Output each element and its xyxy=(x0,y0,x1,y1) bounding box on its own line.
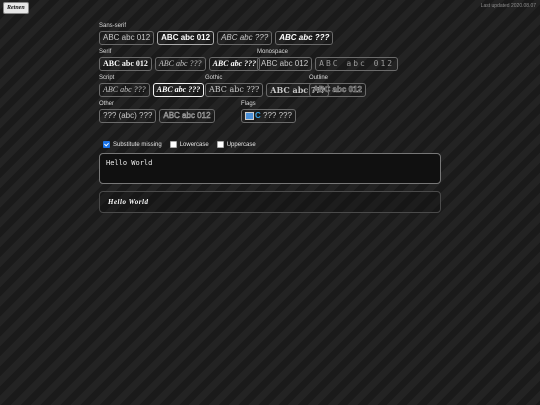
lowercase-checkbox[interactable]: Lowercase xyxy=(169,141,209,148)
other-group: Other ??? (abc) ??? ABC abc 012 xyxy=(99,100,241,123)
checkbox-unchecked-icon[interactable] xyxy=(216,141,224,148)
flags-option-text: ??? ??? xyxy=(263,111,292,120)
other-label: Other xyxy=(99,101,115,107)
top-action-button[interactable]: Retnen xyxy=(3,2,29,14)
script-label: Script xyxy=(99,75,115,81)
serif-label: Serif xyxy=(99,49,112,55)
serif-italic-option[interactable]: ABC abc ??? xyxy=(154,57,206,71)
flags-group: Flags C ??? ??? xyxy=(241,100,296,123)
mono-regular-option[interactable]: ABC abc 012 xyxy=(257,57,313,71)
other-parenthesized-option[interactable]: ??? (abc) ??? xyxy=(99,109,157,123)
sans-serif-label: Sans-serif xyxy=(99,23,127,29)
outline-group: Outline ABC abc 012 xyxy=(309,74,366,97)
sans-italic-option[interactable]: ABC abc ??? xyxy=(217,31,273,45)
script-group: Script ABC abc ??? ABC abc ??? xyxy=(99,74,205,97)
sans-bold-option[interactable]: ABC abc 012 xyxy=(157,31,215,45)
uppercase-checkbox[interactable]: Uppercase xyxy=(216,141,256,148)
checkbox-unchecked-icon[interactable] xyxy=(169,141,177,148)
monospace-label: Monospace xyxy=(257,49,289,55)
other-double-struck-option[interactable]: ABC abc 012 xyxy=(159,109,215,123)
sans-serif-group: Sans-serif ABC abc 012 ABC abc 012 ABC a… xyxy=(99,22,441,45)
sans-bold-italic-option[interactable]: ABC abc ??? xyxy=(275,31,334,45)
flags-option[interactable]: C ??? ??? xyxy=(241,109,296,123)
sans-regular-option[interactable]: ABC abc 012 xyxy=(99,31,155,45)
substitute-missing-label: Substitute missing xyxy=(113,141,162,148)
outline-label: Outline xyxy=(309,75,329,81)
gothic-option[interactable]: ABC abc ??? xyxy=(205,83,264,97)
flag-icon xyxy=(245,111,254,120)
text-input-area[interactable]: Hello World xyxy=(99,153,441,184)
uppercase-label: Uppercase xyxy=(226,141,256,148)
serif-bold-italic-option[interactable]: ABC abc ??? xyxy=(208,57,261,71)
monospace-group: Monospace ABC abc 012 ABC abc 012 xyxy=(257,48,399,71)
gothic-group: Gothic ABC abc ??? ABC abc ??? xyxy=(205,74,330,97)
converted-output: Hello World xyxy=(99,191,441,213)
substitute-missing-checkbox[interactable]: Substitute missing xyxy=(103,141,162,148)
script-bold-option-selected[interactable]: ABC abc ??? xyxy=(152,83,205,97)
serif-bold-option[interactable]: ABC abc 012 xyxy=(99,57,152,71)
font-style-panel: Sans-serif ABC abc 012 ABC abc 012 ABC a… xyxy=(99,22,441,123)
gothic-label: Gothic xyxy=(205,75,223,81)
flags-label: Flags xyxy=(241,101,256,107)
flag-c-glyph: C xyxy=(255,111,261,120)
serif-group: Serif ABC abc 012 ABC abc ??? ABC abc ??… xyxy=(99,48,261,71)
options-row: Substitute missing Lowercase Uppercase xyxy=(103,141,256,148)
script-option[interactable]: ABC abc ??? xyxy=(99,83,150,97)
outline-option[interactable]: ABC abc 012 xyxy=(309,83,366,97)
lowercase-label: Lowercase xyxy=(179,141,209,148)
checkbox-checked-icon[interactable] xyxy=(103,141,110,148)
mono-spaced-option[interactable]: ABC abc 012 xyxy=(315,57,399,71)
last-updated-text: Last updated 2020.08.07 xyxy=(480,3,536,9)
